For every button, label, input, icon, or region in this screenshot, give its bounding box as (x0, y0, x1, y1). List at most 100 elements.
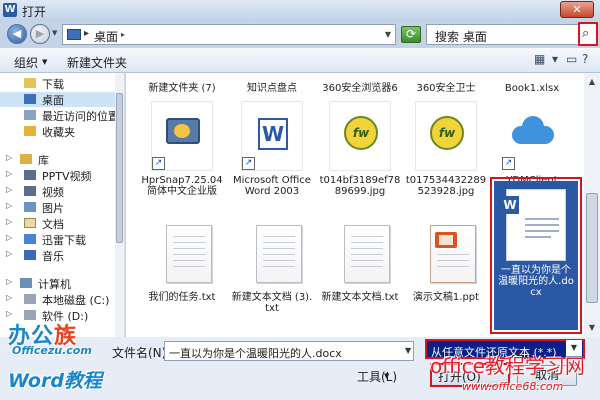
title-bar: W 打开 ✕ (0, 0, 600, 20)
refresh-button[interactable]: ⟳ (401, 26, 421, 43)
expand-arrow-icon[interactable]: ▷ (6, 217, 12, 226)
breadcrumb-chevron-icon[interactable]: ▸ (121, 30, 125, 39)
sidebar-scroll-thumb[interactable] (116, 93, 123, 243)
view-dropdown-icon[interactable]: ▾ (552, 52, 558, 66)
txt-file-icon (241, 216, 303, 286)
sidebar-item-downloads[interactable]: 下载 (0, 76, 124, 91)
sidebar-item-drive-c[interactable]: ▷ 本地磁盘 (C:) (0, 292, 124, 307)
expand-arrow-icon[interactable]: ▷ (6, 293, 12, 302)
video-library-icon (24, 170, 36, 180)
recent-pages-dropdown[interactable]: ▼ (52, 29, 57, 37)
shortcut-arrow-icon: ↗ (242, 157, 255, 170)
watermark-logo-url: Officezu.com (12, 344, 92, 357)
filename-dropdown-icon[interactable]: ▼ (405, 346, 411, 355)
filename-label: 文件名(N): (112, 346, 171, 360)
sidebar-item-pictures[interactable]: ▷ 图片 (0, 200, 124, 215)
word-shortcut-icon: W ↗ (241, 101, 303, 171)
file-list: 新建文件夹 (7) 知识点盘点 360安全浏览器6 360安全卫士 Book1.… (126, 73, 584, 337)
expand-arrow-icon[interactable]: ▷ (6, 201, 12, 210)
download-library-icon (24, 234, 36, 244)
music-library-icon (24, 250, 36, 260)
expand-arrow-icon[interactable]: ▷ (6, 185, 12, 194)
file-item[interactable]: fw t017534432289523928.jpg (406, 101, 486, 201)
jpg-file-icon: fw (415, 101, 477, 171)
sidebar-item-xunlei-downloads[interactable]: ▷ 迅雷下载 (0, 232, 124, 247)
back-button[interactable]: ◀ (7, 24, 27, 44)
desktop-location-icon (67, 29, 81, 40)
chevron-down-icon: ▼ (384, 372, 390, 380)
file-item[interactable]: 演示文稿1.ppt (408, 216, 484, 316)
sidebar-item-videos[interactable]: ▷ 视频 (0, 184, 124, 199)
txt-file-icon (151, 216, 213, 286)
new-folder-button[interactable]: 新建文件夹 (67, 54, 127, 71)
preview-pane-icon[interactable]: ▭ (566, 52, 577, 66)
tools-menu[interactable]: 工具(L) (357, 368, 397, 385)
watermark-site-name: office教程学习网 (430, 354, 585, 378)
breadcrumb-separator-icon: ▸ (84, 28, 90, 39)
expand-arrow-icon[interactable]: ▷ (6, 277, 12, 286)
address-bar[interactable]: ▸ 桌面 ▸ ▼ (62, 24, 396, 45)
file-item[interactable]: fw t014bf3189ef7889699.jpg (320, 101, 400, 201)
scroll-down-icon[interactable]: ▼ (585, 321, 599, 335)
sidebar-item-pptv-video[interactable]: ▷ PPTV视频 (0, 168, 124, 183)
word-doc-icon: W (501, 189, 566, 261)
library-icon (20, 154, 32, 164)
address-dropdown-icon[interactable]: ▼ (385, 30, 391, 39)
expand-arrow-icon[interactable]: ▷ (6, 249, 12, 258)
selected-file-name: 一直以为你是个温暖阳光的人.docx (498, 265, 574, 298)
filename-input[interactable]: 一直以为你是个温暖阳光的人.docx (164, 341, 414, 361)
view-options-icon[interactable]: ▦ (534, 52, 545, 66)
navigation-bar: ◀ ▶ ▼ ▸ 桌面 ▸ ▼ ⟳ 搜索 桌面 (0, 20, 600, 48)
hypersnap-shortcut-icon: ↗ (151, 101, 213, 171)
search-button[interactable]: ⌕ (578, 22, 598, 46)
help-icon[interactable]: ? (582, 52, 588, 66)
expand-arrow-icon[interactable]: ▷ (6, 153, 12, 162)
file-item[interactable]: 我们的任务.txt (144, 216, 220, 316)
computer-icon (20, 278, 32, 288)
breadcrumb-desktop[interactable]: 桌面 (94, 28, 118, 45)
documents-library-icon (24, 218, 36, 228)
file-item[interactable]: 新建文本文档 (3).txt (232, 216, 312, 316)
file-list-scroll-thumb[interactable] (586, 193, 598, 303)
expand-arrow-icon[interactable]: ▷ (6, 233, 12, 242)
expand-arrow-icon[interactable]: ▷ (6, 309, 12, 318)
sidebar-scrollbar[interactable] (115, 73, 124, 337)
organize-menu[interactable]: 组织 (14, 54, 38, 71)
file-item[interactable]: 360安全卫士 (408, 73, 484, 97)
file-item[interactable]: 新建文件夹 (7) (144, 73, 220, 97)
scroll-up-icon[interactable]: ▲ (585, 75, 599, 89)
pictures-library-icon (24, 202, 36, 212)
sidebar-item-music[interactable]: ▷ 音乐 (0, 248, 124, 263)
desktop-icon (24, 94, 36, 104)
shortcut-arrow-icon: ↗ (152, 157, 165, 170)
search-placeholder: 搜索 桌面 (435, 30, 487, 44)
file-item[interactable]: W ↗ Microsoft Office Word 2003 (233, 101, 311, 201)
file-item[interactable]: 新建文本文档.txt (322, 216, 398, 316)
sidebar-item-libraries[interactable]: ▷ 库 (0, 152, 124, 167)
file-item[interactable]: ↗ HprSnap7.25.04 简体中文企业版 (141, 101, 223, 201)
download-folder-icon (24, 78, 36, 88)
search-input[interactable]: 搜索 桌面 (426, 24, 581, 45)
file-item[interactable]: 360安全浏览器6 (322, 73, 398, 97)
chevron-down-icon: ▼ (42, 58, 48, 66)
sidebar-item-computer[interactable]: ▷ 计算机 (0, 276, 124, 291)
favorites-icon (24, 126, 36, 136)
file-item[interactable]: Book1.xlsx (494, 73, 570, 97)
recent-places-icon (24, 110, 36, 120)
file-list-scrollbar[interactable]: ▲ ▼ (584, 73, 600, 337)
selected-file-highlight[interactable]: W 一直以为你是个温暖阳光的人.docx (490, 177, 582, 334)
sidebar-item-desktop[interactable]: 桌面 (0, 92, 124, 107)
file-item-selected[interactable]: W 一直以为你是个温暖阳光的人.docx (494, 181, 578, 330)
window-title: 打开 (22, 5, 47, 19)
cloud-shortcut-icon: ↗ (501, 101, 563, 171)
file-item[interactable]: 知识点盘点 (234, 73, 310, 97)
forward-button[interactable]: ▶ (30, 24, 50, 44)
expand-arrow-icon[interactable]: ▷ (6, 169, 12, 178)
watermark-word-tutorial: Word教程 (8, 370, 102, 392)
local-disk-icon (24, 294, 36, 304)
shortcut-arrow-icon: ↗ (502, 157, 515, 170)
close-button[interactable]: ✕ (560, 1, 594, 18)
sidebar-item-favorites[interactable]: 收藏夹 (0, 124, 124, 139)
sidebar-item-documents[interactable]: ▷ 文档 (0, 216, 124, 231)
sidebar-item-recent-places[interactable]: 最近访问的位置 (0, 108, 124, 123)
